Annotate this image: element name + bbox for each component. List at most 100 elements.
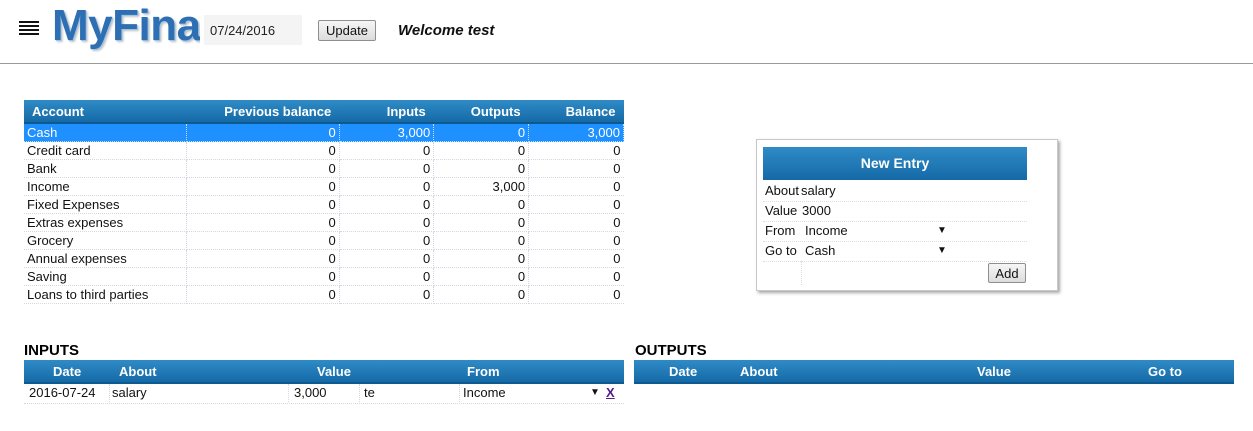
account-name: Credit card [24,141,187,160]
column-header-inputs[interactable]: Inputs [339,100,434,124]
outputs-cell: 0 [433,141,530,160]
account-name: Income [24,177,187,196]
balance-cell: 0 [528,267,624,286]
inputs-section-title: INPUTS [24,342,80,359]
input-row[interactable]: 2016-07-24 salary 3,000 te Income ▼ X [24,382,624,404]
from-selected-value[interactable]: Income [805,221,848,241]
column-header-date: Date [669,364,698,379]
previous-balance-cell: 0 [186,159,340,178]
value-label: Value [765,203,798,218]
balance-cell: 0 [528,141,624,160]
outputs-cell: 0 [433,285,530,304]
column-header-value: Value [977,364,1011,379]
goto-selected-value[interactable]: Cash [805,241,835,261]
input-about: salary [112,385,147,400]
account-name: Grocery [24,231,187,250]
account-row-cash[interactable]: Cash 0 3,000 0 3,000 [24,122,624,142]
accounts-table: Account Previous balance Inputs Outputs … [24,100,624,304]
previous-balance-cell: 0 [185,122,340,142]
account-row-credit-card[interactable]: Credit card 0 0 0 0 [24,141,624,160]
about-field[interactable]: About salary [763,181,1027,202]
previous-balance-cell: 0 [186,213,340,232]
column-header-date: Date [53,364,82,379]
previous-balance-cell: 0 [186,285,340,304]
account-name: Extras expenses [24,213,187,232]
new-entry-panel: New Entry About salary Value 3000 From I… [756,139,1058,291]
balance-cell: 0 [528,213,624,232]
goto-label: Go to [765,243,797,258]
outputs-table-header: Date About Value Go to [634,360,1234,384]
inputs-cell: 3,000 [338,122,435,142]
account-row-annual-expenses[interactable]: Annual expenses 0 0 0 0 [24,249,624,268]
outputs-cell: 0 [433,213,530,232]
outputs-cell: 0 [433,249,530,268]
account-row-loans-to-third-parties[interactable]: Loans to third parties 0 0 0 0 [24,285,624,304]
add-entry-button[interactable]: Add [988,263,1026,283]
input-date: 2016-07-24 [29,385,96,400]
column-header-outputs[interactable]: Outputs [433,100,529,124]
column-header-balance[interactable]: Balance [528,100,624,124]
outputs-cell: 0 [433,159,530,178]
account-row-bank[interactable]: Bank 0 0 0 0 [24,159,624,178]
caret-down-icon[interactable]: ▼ [590,382,600,403]
account-name: Saving [24,267,187,286]
account-row-saving[interactable]: Saving 0 0 0 0 [24,267,624,286]
balance-cell: 0 [528,195,624,214]
outputs-cell: 0 [433,267,530,286]
inputs-table-header: Date About Value From [24,360,624,384]
input-user: te [364,385,375,400]
goto-select[interactable]: Go to Cash ▼ [763,241,1027,262]
about-label: About [765,183,799,198]
previous-balance-cell: 0 [186,231,340,250]
hamburger-menu-icon[interactable] [19,21,39,37]
balance-cell: 0 [528,231,624,250]
welcome-message: Welcome test [398,22,495,39]
column-header-about: About [740,364,778,379]
previous-balance-cell: 0 [186,267,340,286]
outputs-cell: 0 [433,195,530,214]
inputs-cell: 0 [339,231,435,250]
previous-balance-cell: 0 [186,141,340,160]
account-row-extras-expenses[interactable]: Extras expenses 0 0 0 0 [24,213,624,232]
inputs-cell: 0 [339,159,435,178]
inputs-cell: 0 [339,177,435,196]
outputs-section-title: OUTPUTS [635,342,707,359]
app-logo: MyFinan [52,1,200,50]
date-input[interactable] [204,15,302,45]
balance-cell: 0 [528,249,624,268]
caret-down-icon[interactable]: ▼ [937,221,947,241]
about-value[interactable]: salary [801,181,836,201]
inputs-cell: 0 [339,267,435,286]
account-name: Fixed Expenses [24,195,187,214]
column-header-from: From [467,364,500,379]
inputs-cell: 0 [339,213,435,232]
column-header-account[interactable]: Account [24,100,187,124]
value-field[interactable]: Value 3000 [763,201,1027,222]
from-label: From [765,223,796,238]
previous-balance-cell: 0 [186,249,340,268]
column-header-value: Value [317,364,351,379]
inputs-cell: 0 [339,195,435,214]
from-select[interactable]: From Income ▼ [763,221,1027,242]
balance-cell: 0 [528,159,624,178]
new-entry-title: New Entry [763,147,1027,180]
account-row-fixed-expenses[interactable]: Fixed Expenses 0 0 0 0 [24,195,624,214]
balance-cell: 0 [528,177,624,196]
column-header-about: About [119,364,157,379]
account-name: Annual expenses [24,249,187,268]
account-row-income[interactable]: Income 0 0 3,000 0 [24,177,624,196]
delete-input-link[interactable]: X [606,382,615,403]
value-value[interactable]: 3000 [802,201,831,221]
input-value: 3,000 [294,385,327,400]
outputs-cell: 0 [433,122,530,142]
inputs-cell: 0 [339,285,435,304]
input-from-select[interactable]: Income [463,382,506,403]
inputs-cell: 0 [339,249,435,268]
outputs-cell: 0 [433,231,530,250]
update-button[interactable]: Update [318,20,376,41]
account-name: Loans to third parties [24,285,187,304]
column-header-previous-balance[interactable]: Previous balance [186,100,340,124]
caret-down-icon[interactable]: ▼ [937,241,947,261]
account-row-grocery[interactable]: Grocery 0 0 0 0 [24,231,624,250]
outputs-cell: 3,000 [433,177,530,196]
